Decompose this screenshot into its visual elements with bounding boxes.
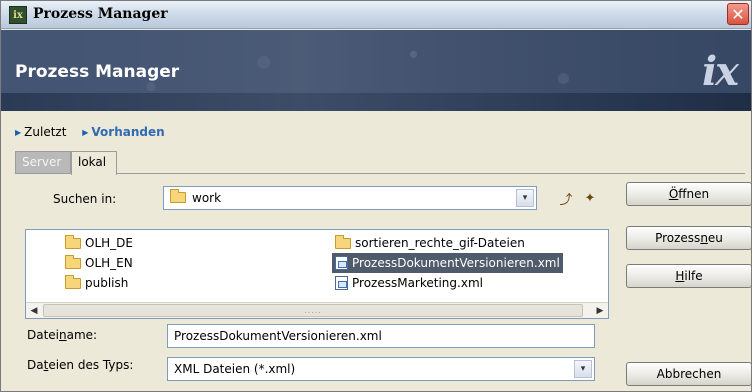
list-item[interactable]: ProzessMarketing.xml bbox=[332, 273, 486, 293]
chevron-down-icon[interactable]: ▾ bbox=[516, 189, 534, 207]
list-item-selected[interactable]: ProzessDokumentVersionieren.xml bbox=[332, 253, 563, 273]
new-folder-icon[interactable]: ✦ bbox=[581, 189, 599, 207]
title-bar[interactable]: ix Prozess Manager ✕ bbox=[1, 1, 751, 29]
horizontal-scrollbar[interactable]: ◀ ..... ▶ bbox=[26, 302, 608, 318]
nav-link-zuletzt[interactable]: ▶ Zuletzt bbox=[15, 125, 66, 139]
file-name: ProzessMarketing.xml bbox=[352, 276, 483, 290]
scroll-thumb[interactable]: ..... bbox=[43, 304, 583, 317]
app-icon: ix bbox=[9, 6, 27, 24]
tab-server[interactable]: Server bbox=[15, 151, 71, 173]
scroll-right-icon[interactable]: ▶ bbox=[592, 303, 608, 318]
cancel-button[interactable]: Abbrechen bbox=[626, 362, 752, 386]
file-name: OLH_DE bbox=[85, 236, 133, 250]
filename-field[interactable]: ProzessDokumentVersionieren.xml bbox=[167, 324, 595, 348]
nav-link-label: Zuletzt bbox=[24, 125, 67, 139]
filename-label: Dateiname: bbox=[27, 328, 98, 342]
list-item[interactable]: OLH_DE bbox=[62, 233, 136, 253]
search-in-label: Suchen in: bbox=[53, 192, 117, 206]
nav-links: ▶ Zuletzt ▶ Vorhanden bbox=[15, 125, 177, 139]
list-item[interactable]: sortieren_rechte_gif-Dateien bbox=[332, 233, 528, 253]
folder-icon bbox=[65, 234, 81, 249]
dialog-window: ix Prozess Manager ✕ Prozess Manager ix … bbox=[0, 0, 752, 392]
file-name: OLH_EN bbox=[85, 256, 133, 270]
filetype-combo[interactable]: XML Dateien (*.xml) ▾ bbox=[167, 357, 595, 381]
file-name: ProzessDokumentVersionieren.xml bbox=[352, 256, 560, 270]
folder-icon bbox=[65, 254, 81, 269]
list-item[interactable]: OLH_EN bbox=[62, 253, 136, 273]
xml-file-icon bbox=[335, 276, 348, 290]
search-in-value: work bbox=[192, 191, 222, 205]
close-icon: ✕ bbox=[731, 4, 745, 24]
file-list[interactable]: OLH_DE OLH_EN publish sortieren_rechte_g… bbox=[25, 229, 609, 319]
arrow-right-icon: ▶ bbox=[15, 128, 22, 137]
xml-file-icon bbox=[335, 256, 348, 270]
header-banner: Prozess Manager ix bbox=[1, 30, 751, 111]
close-button[interactable]: ✕ bbox=[727, 3, 749, 25]
window-title: Prozess Manager bbox=[33, 6, 168, 22]
file-name: publish bbox=[85, 276, 129, 290]
list-item[interactable]: publish bbox=[62, 273, 131, 293]
open-button[interactable]: Öffnen bbox=[626, 182, 752, 206]
filetype-label: Dateien des Typs: bbox=[27, 358, 134, 372]
folder-icon bbox=[65, 274, 81, 289]
filetype-value: XML Dateien (*.xml) bbox=[174, 362, 296, 376]
search-in-combo[interactable]: work ▾ bbox=[163, 186, 537, 210]
nav-link-label: Vorhanden bbox=[91, 125, 165, 139]
file-name: sortieren_rechte_gif-Dateien bbox=[355, 236, 525, 250]
new-process-button[interactable]: Prozess n eu bbox=[626, 226, 752, 250]
tab-lokal[interactable]: lokal bbox=[71, 151, 117, 175]
up-folder-icon[interactable]: ⤴ bbox=[557, 189, 575, 208]
folder-icon bbox=[164, 189, 186, 205]
scroll-left-icon[interactable]: ◀ bbox=[26, 303, 42, 318]
help-button[interactable]: Hilfe bbox=[626, 264, 752, 288]
chevron-down-icon[interactable]: ▾ bbox=[574, 360, 592, 378]
banner-title: Prozess Manager bbox=[15, 62, 180, 82]
nav-link-vorhanden[interactable]: ▶ Vorhanden bbox=[82, 125, 164, 139]
brand-logo: ix bbox=[701, 48, 739, 95]
arrow-right-icon: ▶ bbox=[82, 128, 89, 137]
folder-icon bbox=[335, 234, 351, 249]
grip-icon: ..... bbox=[304, 306, 322, 315]
